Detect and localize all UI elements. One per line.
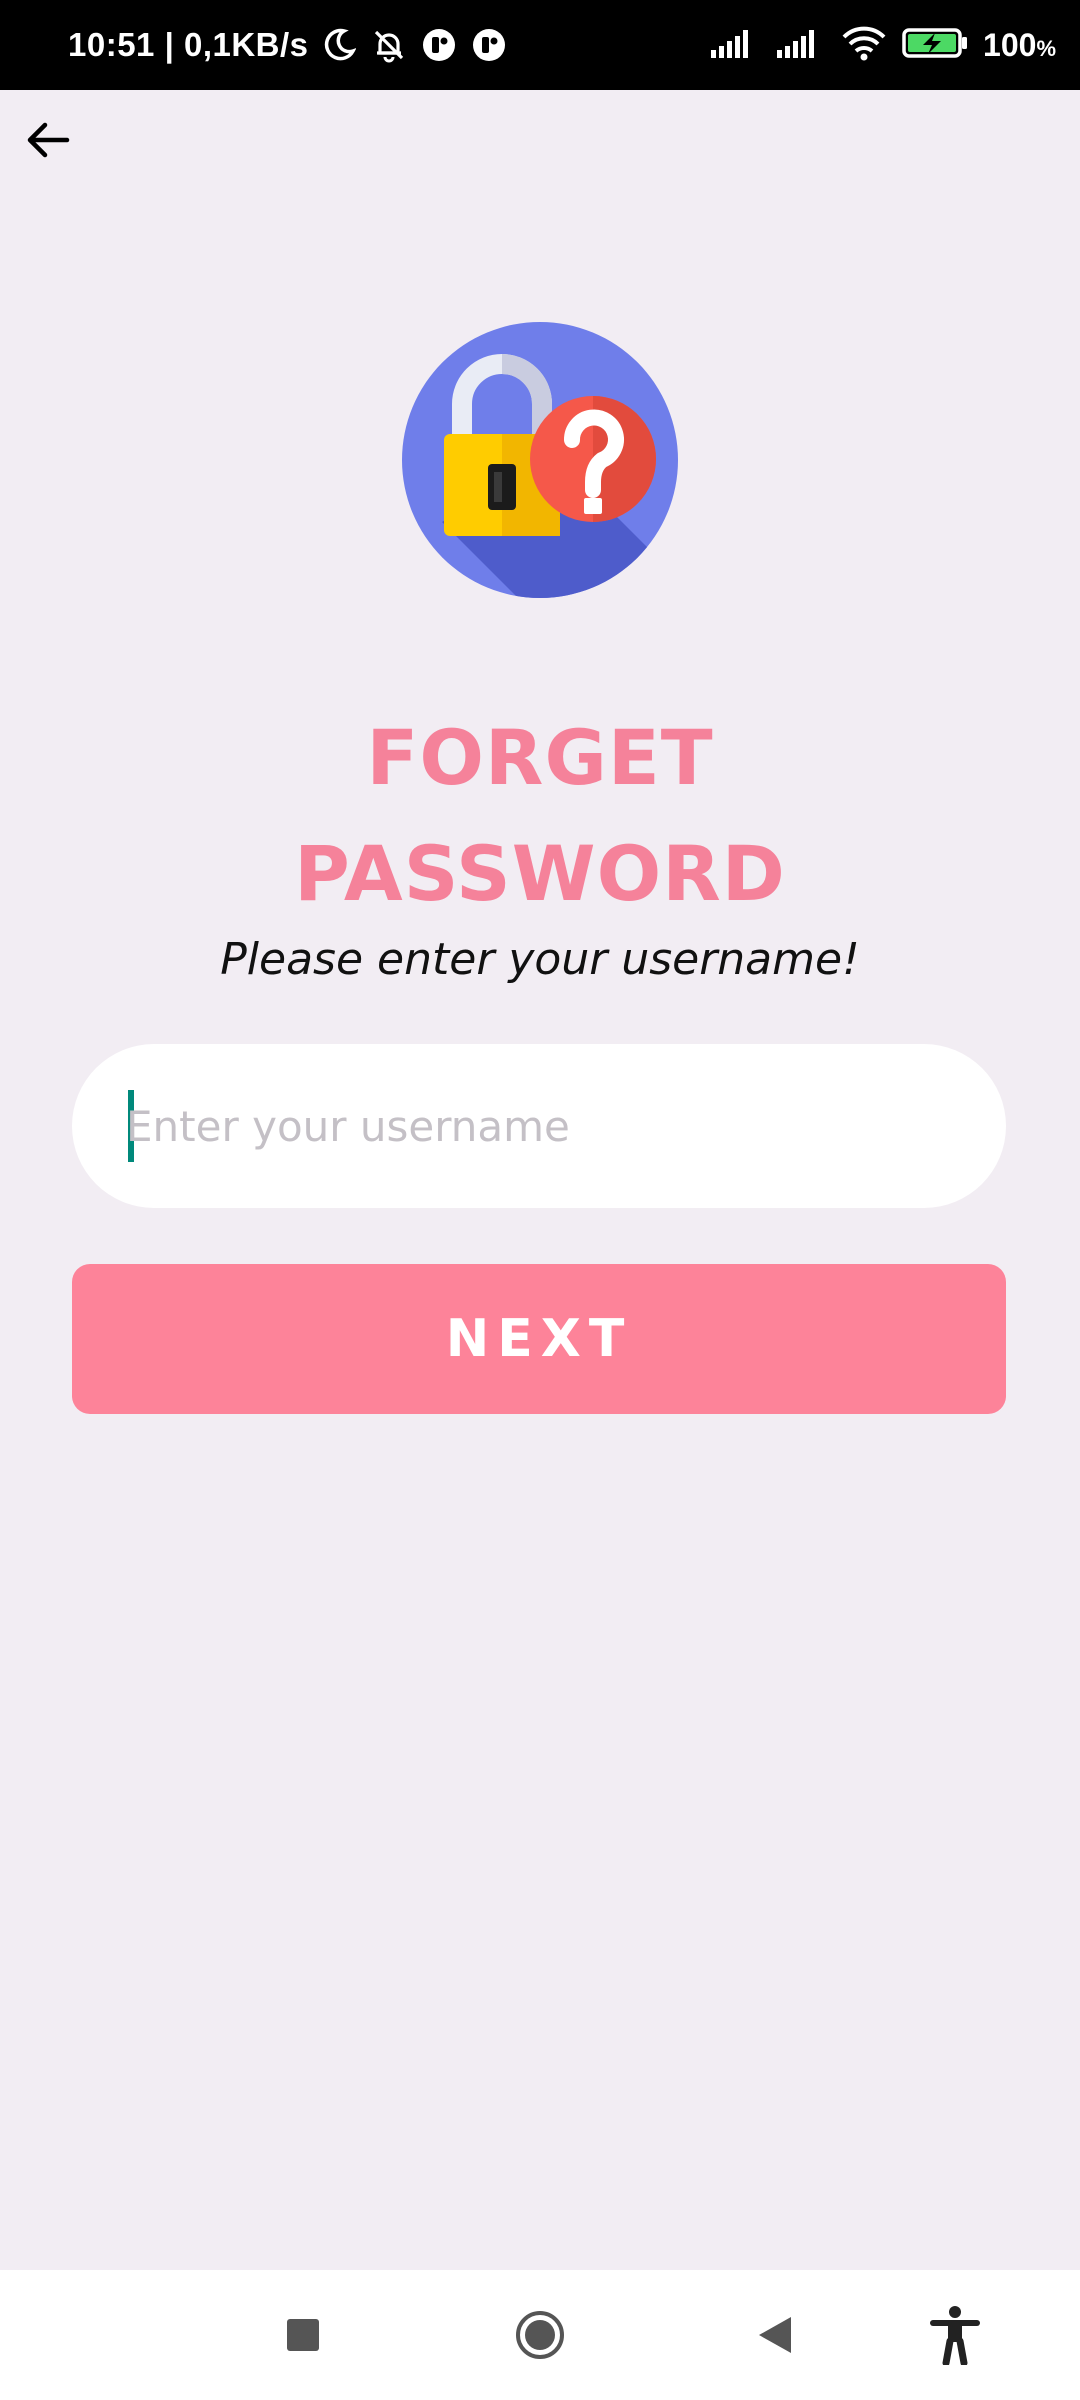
signal-icon — [775, 26, 827, 65]
arrow-left-icon — [27, 122, 70, 158]
page-title-line1: FORGET — [366, 713, 714, 802]
moon-icon — [319, 25, 359, 65]
status-time-speed: 10:51 | 0,1KB/s — [68, 26, 309, 63]
battery-charging-icon — [901, 25, 969, 66]
home-circle-icon — [516, 2311, 564, 2359]
home-button[interactable] — [485, 2270, 595, 2400]
battery-percent-value: 100 — [983, 26, 1037, 63]
page-title-line2: PASSWORD — [294, 829, 786, 918]
status-bar: 10:51 | 0,1KB/s 100% — [0, 0, 1080, 90]
lock-question-icon — [402, 322, 678, 598]
status-left: 10:51 | 0,1KB/s — [68, 0, 509, 90]
back-button[interactable] — [18, 110, 78, 170]
wifi-icon — [841, 25, 887, 66]
battery-percent: 100% — [983, 27, 1056, 64]
accessibility-icon — [930, 2306, 980, 2365]
app-notification-icon — [419, 25, 459, 65]
next-button[interactable]: NEXT — [72, 1264, 1006, 1414]
username-input[interactable] — [52, 1044, 892, 1208]
recents-square-icon — [287, 2319, 319, 2351]
page-subtitle: Please enter your username! — [220, 934, 860, 985]
recents-button[interactable] — [248, 2270, 358, 2400]
page-title: FORGET PASSWORD — [0, 700, 1080, 932]
signal-icon — [709, 26, 761, 65]
app-notification-icon — [469, 25, 509, 65]
back-triangle-icon — [759, 2317, 791, 2353]
nav-back-button[interactable] — [720, 2270, 830, 2400]
battery-percent-unit: % — [1036, 35, 1056, 61]
username-field-container — [52, 1044, 1006, 1208]
system-nav-bar — [0, 2270, 1080, 2400]
bell-off-icon — [369, 25, 409, 65]
accessibility-button[interactable] — [900, 2270, 1010, 2400]
status-right: 100% — [709, 0, 1056, 90]
